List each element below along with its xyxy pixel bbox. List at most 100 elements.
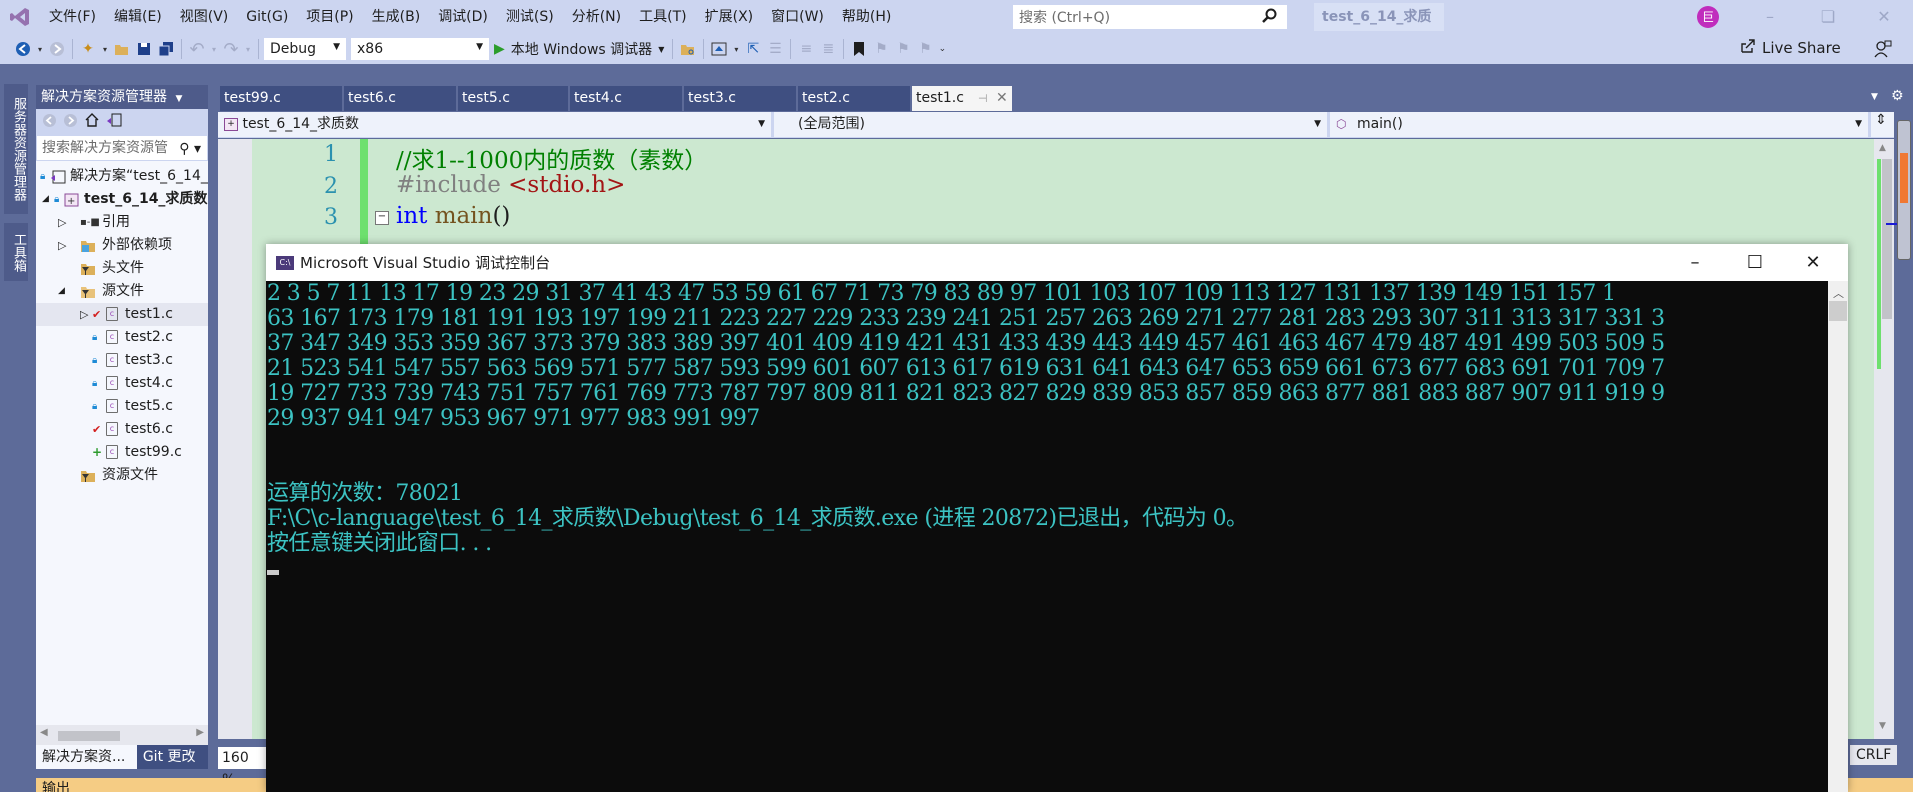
debug-console-window[interactable]: C:\ Microsoft Visual Studio 调试控制台 – ☐ ✕ … <box>266 244 1848 792</box>
menu-analyze[interactable]: 分析(N) <box>563 0 630 34</box>
tree-item-file[interactable]: 🔒︎ c test4.c <box>36 372 208 395</box>
home-icon[interactable] <box>84 112 100 132</box>
split-window-icon[interactable]: ⇕ <box>1871 112 1891 137</box>
tree-item-file[interactable]: 🔒︎ c test3.c <box>36 349 208 372</box>
settings-gear-icon[interactable]: ⚙ <box>1891 88 1904 104</box>
tab-solution-explorer[interactable]: 解决方案资... <box>36 745 135 769</box>
menu-window[interactable]: 窗口(W) <box>762 0 833 34</box>
toolbox-tab[interactable]: 工具箱 <box>4 223 28 281</box>
tab-test3[interactable]: test3.c <box>684 86 796 111</box>
tree-item-source-files[interactable]: ◢ 源文件 <box>36 280 208 303</box>
toolbar-overflow-icon[interactable]: ▾ <box>730 38 742 60</box>
menu-project[interactable]: 项目(P) <box>297 0 362 34</box>
forward-icon[interactable] <box>46 38 68 60</box>
scroll-down-icon[interactable]: ▼ <box>1879 721 1886 731</box>
save-all-icon[interactable] <box>155 38 177 60</box>
collapsed-arrow-icon[interactable]: ▷ <box>58 234 66 257</box>
zoom-level-select[interactable]: 160 % <box>218 747 266 788</box>
solution-search-input[interactable]: 搜索解决方案资源管 ⚲ ▾ <box>36 135 208 161</box>
live-share-button[interactable]: Live Share <box>1740 38 1841 58</box>
menu-tools[interactable]: 工具(T) <box>630 0 695 34</box>
solution-explorer-toolbar-icon[interactable] <box>708 38 730 60</box>
menu-extensions[interactable]: 扩展(X) <box>696 0 763 34</box>
tree-item-file[interactable]: ✔ c test6.c <box>36 418 208 441</box>
collapsed-arrow-icon[interactable]: ▷ <box>58 211 66 234</box>
menu-edit[interactable]: 编辑(E) <box>105 0 171 34</box>
forward-icon[interactable] <box>63 113 78 132</box>
previous-bookmark-icon[interactable]: ⚑ <box>870 38 892 60</box>
new-project-icon[interactable]: ✦ <box>77 38 99 60</box>
menu-git[interactable]: Git(G) <box>237 0 297 34</box>
tree-item-file[interactable]: 🔒︎ c test5.c <box>36 395 208 418</box>
tab-test6[interactable]: test6.c <box>344 86 456 111</box>
line-ending-indicator[interactable]: CRLF <box>1850 745 1898 765</box>
collapsed-arrow-icon[interactable]: ▷ <box>80 303 88 326</box>
tree-item-file[interactable]: 🔒︎ c test2.c <box>36 326 208 349</box>
start-debugging-button[interactable]: ▶ 本地 Windows 调试器 ▼ <box>490 39 668 59</box>
scroll-right-icon[interactable]: ▶ <box>196 727 204 738</box>
project-dropdown[interactable]: + test_6_14_求质数 ▼ <box>218 112 774 137</box>
menu-help[interactable]: 帮助(H) <box>833 0 900 34</box>
tab-list-dropdown-icon[interactable]: ▼ <box>1871 92 1878 102</box>
tree-item-resource-files[interactable]: 资源文件 <box>36 464 208 487</box>
member-dropdown[interactable]: ⬡ main() ▼ <box>1330 112 1871 137</box>
console-minimize-button[interactable]: – <box>1666 244 1724 281</box>
scrollbar-thumb[interactable] <box>1829 301 1847 321</box>
pin-icon[interactable]: ⊣ <box>978 86 988 111</box>
tree-item-file[interactable]: + c test99.c <box>36 441 208 464</box>
search-input[interactable]: 搜索 (Ctrl+Q) <box>1012 4 1288 30</box>
undo-dropdown-icon[interactable]: ▾ <box>208 38 220 60</box>
bookmark-icon[interactable] <box>848 38 870 60</box>
platform-select[interactable]: x86 ▼ <box>350 37 490 61</box>
save-icon[interactable] <box>133 38 155 60</box>
menu-debug[interactable]: 调试(D) <box>429 0 497 34</box>
menu-file[interactable]: 文件(F) <box>40 0 105 34</box>
restore-button[interactable]: ❏ <box>1806 0 1850 34</box>
configuration-select[interactable]: Debug ▼ <box>263 37 347 61</box>
next-bookmark-icon[interactable]: ⚑ <box>892 38 914 60</box>
tree-item-project[interactable]: ◢ 🔒︎ + test_6_14_求质数 <box>36 188 208 211</box>
open-folder-icon[interactable] <box>111 38 133 60</box>
uncomment-lines-icon[interactable]: ≣ <box>817 38 839 60</box>
new-dropdown-icon[interactable]: ▾ <box>99 38 111 60</box>
undo-icon[interactable]: ↶ <box>186 38 208 60</box>
console-maximize-button[interactable]: ☐ <box>1726 244 1784 281</box>
tab-test1-active[interactable]: test1.c ⊣ ✕ <box>912 86 1012 111</box>
expanded-arrow-icon[interactable]: ◢ <box>58 280 65 303</box>
scroll-up-icon[interactable]: ︿ <box>1833 285 1844 301</box>
minimize-button[interactable]: – <box>1748 0 1792 34</box>
comment-lines-icon[interactable]: ≡ <box>795 38 817 60</box>
collapse-region-icon[interactable]: − <box>375 211 389 225</box>
scroll-map-indicator[interactable] <box>1897 120 1911 260</box>
close-window-button[interactable]: ✕ <box>1862 0 1906 34</box>
console-close-button[interactable]: ✕ <box>1784 244 1842 281</box>
back-dropdown-icon[interactable]: ▾ <box>34 38 46 60</box>
scroll-left-icon[interactable]: ◀ <box>40 727 48 738</box>
tab-test2[interactable]: test2.c <box>798 86 910 111</box>
switch-views-icon[interactable] <box>106 112 122 132</box>
menu-view[interactable]: 视图(V) <box>171 0 238 34</box>
find-in-files-icon[interactable] <box>677 38 699 60</box>
tree-item-header-files[interactable]: 头文件 <box>36 257 208 280</box>
console-vertical-scrollbar[interactable]: ︿ <box>1828 281 1848 792</box>
user-avatar[interactable]: 巨 <box>1697 6 1719 28</box>
back-icon[interactable] <box>12 38 34 60</box>
menu-test[interactable]: 测试(S) <box>497 0 563 34</box>
scroll-up-icon[interactable]: ▲ <box>1879 143 1886 153</box>
solution-horizontal-scrollbar[interactable]: ◀ ▶ <box>36 725 208 745</box>
menu-build[interactable]: 生成(B) <box>363 0 430 34</box>
tab-test99[interactable]: test99.c <box>220 86 342 111</box>
tree-item-external-deps[interactable]: ▷ 外部依赖项 <box>36 234 208 257</box>
scrollbar-thumb[interactable] <box>58 731 120 741</box>
tab-git-changes[interactable]: Git 更改 <box>136 745 208 769</box>
tab-test4[interactable]: test4.c <box>570 86 682 111</box>
back-icon[interactable] <box>42 113 57 132</box>
clear-bookmarks-icon[interactable]: ⚑ <box>914 38 936 60</box>
scrollbar-thumb[interactable] <box>1882 159 1892 319</box>
feedback-person-icon[interactable] <box>1874 40 1892 62</box>
redo-dropdown-icon[interactable]: ▾ <box>242 38 254 60</box>
tree-item-references[interactable]: ▷ ▪-■ 引用 <box>36 211 208 234</box>
redo-icon[interactable]: ↷ <box>220 38 242 60</box>
toolbar-options-icon[interactable]: ⌄ <box>936 38 948 60</box>
tab-test5[interactable]: test5.c <box>458 86 568 111</box>
